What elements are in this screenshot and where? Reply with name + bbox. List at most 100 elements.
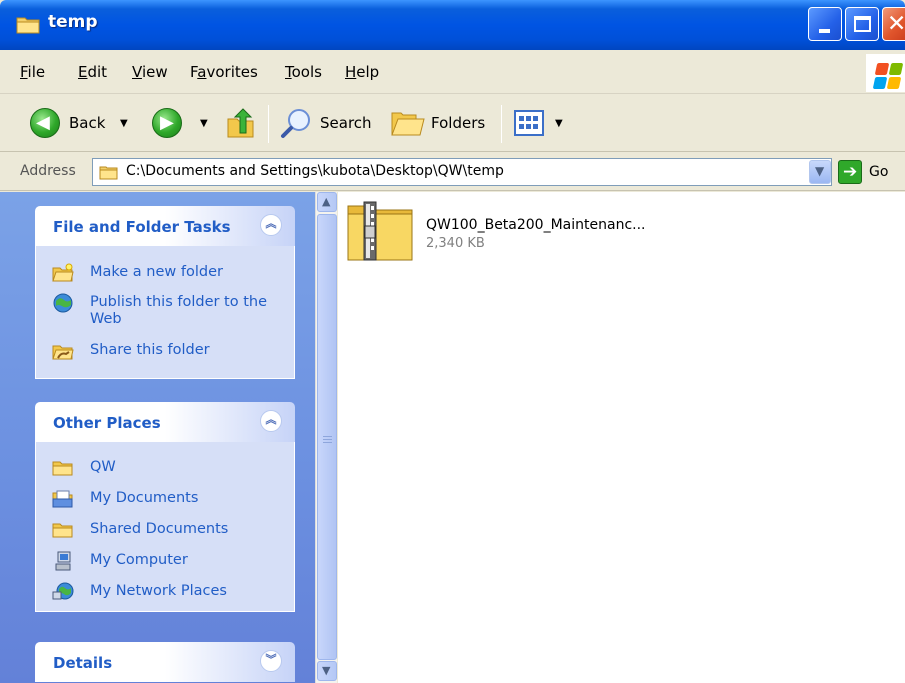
file-list-area[interactable]: QW100_Beta200_Maintenanc... 2,340 KB	[338, 192, 905, 683]
share-folder-icon	[52, 345, 74, 360]
menu-view-accel: V	[132, 63, 142, 81]
menu-favorites-label: vorites	[206, 63, 258, 81]
windows-logo-red	[874, 63, 890, 75]
scroll-grip	[323, 439, 332, 440]
chevron-down-icon: ▼	[322, 664, 331, 677]
menu-tools-accel: T	[285, 63, 292, 81]
details-header[interactable]: Details ︾	[35, 642, 295, 682]
other-places-header[interactable]: Other Places ︽	[35, 402, 295, 442]
menu-tools[interactable]: Tools	[285, 63, 322, 81]
folder-icon	[16, 17, 40, 34]
go-arrow-icon[interactable]: ➔	[838, 160, 862, 184]
file-item[interactable]: QW100_Beta200_Maintenanc... 2,340 KB	[346, 200, 676, 270]
task-label: Share this folder	[90, 342, 210, 358]
address-value: C:\Documents and Settings\kubota\Desktop…	[126, 163, 504, 179]
forward-dropdown-icon[interactable]: ▼	[200, 118, 208, 129]
new-folder-icon	[52, 263, 74, 282]
folders-button[interactable]: Folders	[431, 114, 485, 132]
menu-file[interactable]: File	[20, 63, 45, 81]
folder-icon	[52, 461, 73, 476]
address-dropdown-button[interactable]: ▼	[809, 160, 831, 184]
search-button[interactable]: Search	[320, 114, 372, 132]
task-label: Publish this folder to the Web	[90, 294, 268, 327]
forward-arrow-glyph: ▶	[160, 112, 174, 133]
place-label: My Network Places	[90, 583, 227, 599]
task-pane-scrollbar[interactable]: ▲ ▼	[315, 192, 337, 683]
my-documents-icon	[52, 490, 73, 508]
close-button[interactable]: ✕	[882, 7, 905, 41]
windows-logo-yellow	[886, 77, 902, 89]
go-arrow-glyph: ➔	[843, 162, 858, 182]
close-icon: ✕	[887, 11, 905, 37]
scroll-up-button[interactable]: ▲	[317, 192, 337, 212]
maximize-icon	[854, 16, 871, 32]
folder-icon	[52, 523, 73, 538]
menu-file-label: ile	[27, 63, 46, 81]
scroll-thumb[interactable]	[317, 214, 337, 660]
task-pane: File and Folder Tasks ︽ Make a new folde…	[0, 192, 315, 683]
file-folder-tasks-body: Make a new folder Publish this folder to…	[35, 246, 295, 379]
menu-help-accel: H	[345, 63, 357, 81]
menu-help[interactable]: Help	[345, 63, 379, 81]
place-label: Shared Documents	[90, 521, 229, 537]
file-name: QW100_Beta200_Maintenanc...	[426, 217, 646, 233]
folders-icon[interactable]	[390, 107, 426, 139]
toolbar-separator	[268, 105, 269, 143]
place-label: QW	[90, 459, 116, 475]
back-arrow-icon[interactable]: ◀	[30, 108, 60, 138]
up-folder-icon[interactable]	[226, 107, 256, 139]
maximize-button[interactable]	[845, 7, 879, 41]
go-button[interactable]: Go	[869, 164, 888, 180]
task-label: Make a new folder	[90, 264, 223, 280]
address-label: Address	[20, 163, 76, 179]
scroll-grip	[323, 436, 332, 437]
menu-help-label: elp	[356, 63, 380, 81]
chevron-down-icon: ▼	[815, 164, 825, 178]
chevron-up-icon: ▲	[322, 195, 331, 208]
file-folder-tasks-header[interactable]: File and Folder Tasks ︽	[35, 206, 295, 246]
expand-chevron-icon[interactable]: ︾	[260, 650, 282, 672]
details-title: Details	[53, 654, 113, 672]
menu-edit[interactable]: Edit	[78, 63, 107, 81]
other-places-title: Other Places	[53, 414, 161, 432]
toolbar: ◀ Back ▼ ▶ ▼ Search Folders ▼	[0, 95, 905, 152]
minimize-button[interactable]	[808, 7, 842, 41]
collapse-chevron-icon[interactable]: ︽	[260, 214, 282, 236]
zip-folder-icon	[347, 201, 413, 261]
other-places-body: QW My Documents Shared Documents My Comp…	[35, 442, 295, 612]
menu-view[interactable]: View	[132, 63, 168, 81]
menu-bar: File Edit View Favorites Tools Help	[0, 50, 905, 94]
file-size: 2,340 KB	[426, 236, 485, 251]
folder-icon	[99, 166, 118, 180]
scroll-down-button[interactable]: ▼	[317, 661, 337, 681]
back-button[interactable]: Back	[69, 114, 105, 132]
network-places-icon	[52, 582, 74, 600]
back-arrow-glyph: ◀	[36, 112, 50, 133]
windows-logo-icon	[866, 54, 905, 92]
place-label: My Documents	[90, 490, 199, 506]
file-folder-tasks-title: File and Folder Tasks	[53, 218, 231, 236]
publish-web-icon	[53, 293, 73, 313]
menu-file-accel: F	[20, 63, 28, 81]
menu-edit-label: dit	[87, 63, 108, 81]
views-dropdown-icon[interactable]: ▼	[555, 118, 563, 129]
title-bar[interactable]: temp ✕	[0, 0, 905, 50]
menu-tools-label: ools	[291, 63, 322, 81]
menu-favorites[interactable]: Favorites	[190, 63, 258, 81]
back-dropdown-icon[interactable]: ▼	[120, 118, 128, 129]
search-icon[interactable]	[280, 107, 314, 139]
scroll-grip	[323, 442, 332, 443]
views-icon[interactable]	[514, 110, 544, 136]
menu-view-label: iew	[141, 63, 168, 81]
minimize-icon	[819, 29, 830, 33]
address-bar: Address C:\Documents and Settings\kubota…	[0, 153, 905, 191]
windows-logo-blue	[872, 77, 888, 89]
toolbar-separator	[501, 105, 502, 143]
windows-logo-green	[888, 63, 904, 75]
my-computer-icon	[55, 551, 71, 571]
window-title: temp	[48, 12, 98, 32]
collapse-chevron-icon[interactable]: ︽	[260, 410, 282, 432]
forward-arrow-icon[interactable]: ▶	[152, 108, 182, 138]
address-input[interactable]: C:\Documents and Settings\kubota\Desktop…	[92, 158, 832, 186]
place-label: My Computer	[90, 552, 188, 568]
